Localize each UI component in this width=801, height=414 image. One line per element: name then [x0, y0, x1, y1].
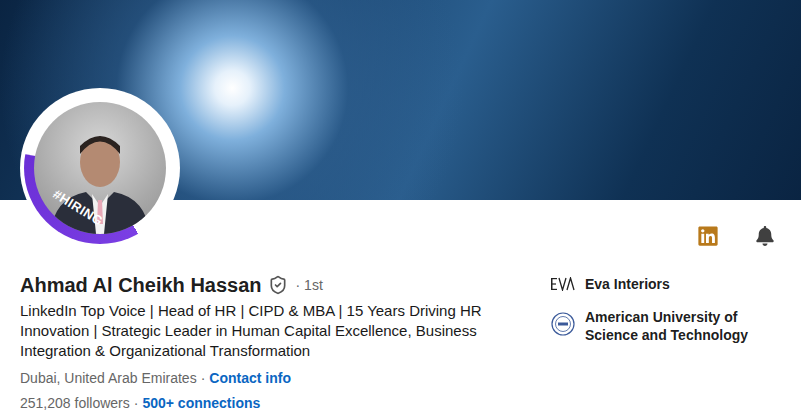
profile-avatar[interactable]: #HIRING: [20, 88, 180, 248]
highlights-list: Eva Interiors American University of Scie…: [551, 272, 755, 413]
followers-count: 251,208 followers: [20, 393, 130, 413]
highlight-item[interactable]: American University of Science and Techn…: [551, 308, 755, 344]
school-seal-icon: [551, 312, 575, 336]
profile-location: Dubai, United Arab Emirates: [20, 368, 197, 388]
network-line: 251,208 followers·500+ connections: [20, 393, 530, 413]
highlight-logo: [551, 272, 575, 296]
location-line: Dubai, United Arab Emirates·Contact info: [20, 368, 530, 388]
separator: ·: [201, 368, 206, 388]
profile-info: Ahmad Al Cheikh Hassan · 1st LinkedIn Top …: [20, 272, 530, 413]
profile-headline: LinkedIn Top Voice | Head of HR | CIPD &…: [20, 301, 510, 361]
notify-button[interactable]: [755, 226, 775, 246]
highlight-item[interactable]: Eva Interiors: [551, 272, 755, 296]
linkedin-button[interactable]: [697, 225, 719, 247]
name-line: Ahmad Al Cheikh Hassan · 1st: [20, 272, 530, 298]
verified-shield-icon[interactable]: [268, 275, 288, 295]
info-row: Ahmad Al Cheikh Hassan · 1st LinkedIn Top …: [0, 272, 801, 413]
profile-card: #HIRING Ahmad Al Cheikh Hassan · 1st Linked…: [0, 0, 801, 414]
connection-degree: · 1st: [296, 277, 323, 293]
contact-info-link[interactable]: Contact info: [209, 368, 291, 388]
connections-link[interactable]: 500+ connections: [142, 393, 260, 413]
hiring-frame: #HIRING: [24, 92, 176, 244]
separator: ·: [134, 393, 139, 413]
highlight-name: American University of Science and Techn…: [585, 308, 755, 344]
highlight-logo: [551, 312, 575, 336]
profile-name: Ahmad Al Cheikh Hassan: [20, 272, 262, 298]
company-logo-icon: [551, 277, 575, 291]
linkedin-icon: [697, 225, 719, 247]
highlight-name: Eva Interiors: [585, 275, 670, 293]
bell-icon: [755, 226, 775, 246]
